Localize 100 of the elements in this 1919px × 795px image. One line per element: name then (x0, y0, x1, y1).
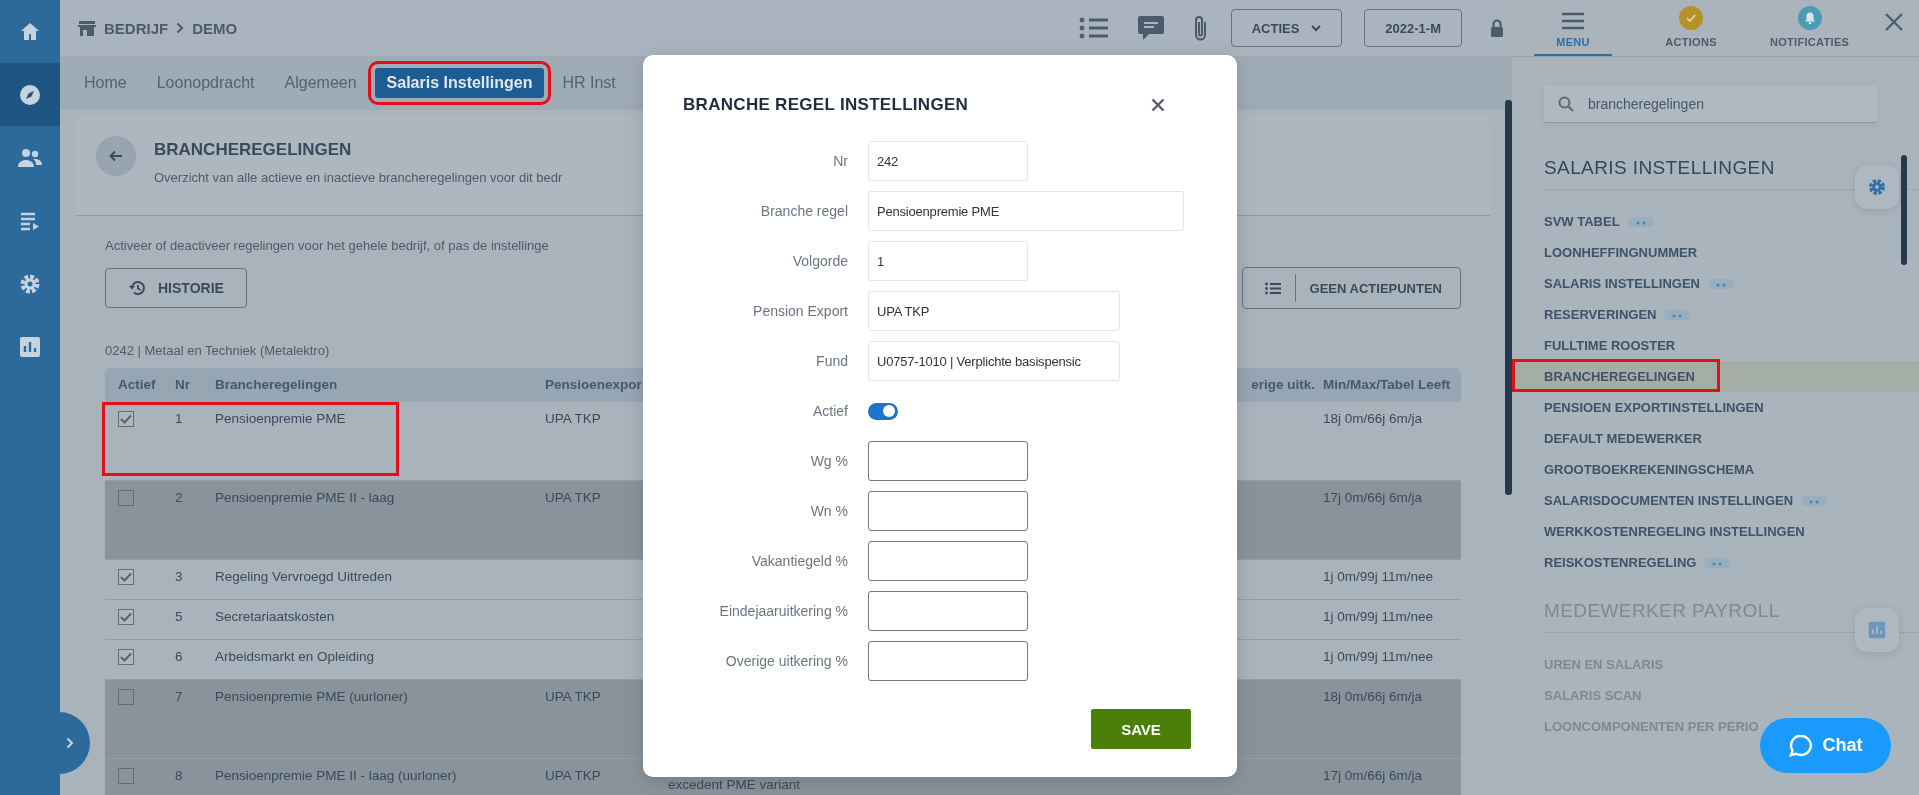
tab[interactable]: Loonopdracht (144, 68, 267, 98)
input-field[interactable]: U0757-1010 | Verplichte basispensic (868, 341, 1120, 381)
compass-icon (18, 82, 42, 107)
check-circle-icon (1679, 6, 1703, 30)
menu-item[interactable]: WERKKOSTENREGELING INSTELLINGEN (1512, 516, 1919, 547)
save-button[interactable]: SAVE (1091, 709, 1191, 749)
actions-dropdown[interactable]: ACTIES (1230, 9, 1343, 47)
input-field[interactable]: 242 (868, 141, 1028, 181)
panel-tab[interactable]: MENU (1534, 0, 1612, 56)
paperclip-icon[interactable] (1192, 14, 1209, 42)
field-label: Actief (812, 403, 848, 419)
menu-item[interactable]: DEFAULT MEDEWERKER (1512, 423, 1919, 454)
chevron-right-icon (176, 22, 185, 34)
panel-tab[interactable]: NOTIFICATIES (1770, 0, 1850, 56)
nav-item[interactable] (0, 63, 60, 126)
table-cell-text: Regeling Vervroegd Uittreden (215, 568, 394, 584)
field-label: Eindejaaruitkering % (718, 603, 848, 619)
menu-icon (1562, 12, 1584, 30)
close-icon[interactable] (1151, 98, 1165, 112)
checkbox[interactable] (118, 411, 134, 427)
column-header: Min/Max/Tabel Leeft (1323, 376, 1452, 392)
input-field[interactable]: 1 (868, 241, 1028, 281)
period-button[interactable]: 2022-1-M (1364, 9, 1462, 47)
input-field[interactable] (868, 441, 1028, 481)
table-cell-text: 7 (175, 688, 184, 704)
table-cell-text: 5 (175, 608, 184, 624)
table-cell-text: 17j 0m/66j 6m/ja (1323, 767, 1424, 783)
field-label: Pension Export (752, 303, 848, 319)
arrow-left-icon (109, 150, 123, 162)
menu-item[interactable]: BRANCHEREGELINGEN (1512, 361, 1919, 392)
input-field[interactable]: UPA TKP (868, 291, 1120, 331)
dialog-title: BRANCHE REGEL INSTELLINGEN (683, 95, 969, 115)
table-cell-text: 2 (175, 489, 184, 505)
caret-icon (1311, 24, 1322, 32)
breadcrumb-current: DEMO (192, 19, 238, 37)
table-cell-text: 18j 0m/66j 6m/ja (1323, 688, 1424, 704)
table-cell-text: 3 (175, 568, 184, 584)
input-field[interactable] (868, 541, 1028, 581)
list-icon[interactable] (1264, 281, 1281, 295)
input-field[interactable]: Pensioenpremie PME (868, 191, 1184, 231)
table-cell: UPA TKP (545, 490, 601, 505)
table-cell: UPA TKP (545, 411, 601, 426)
column-header: Nr (175, 376, 191, 392)
menu-item[interactable]: SALARISDOCUMENTEN INSTELLINGEN (1512, 485, 1919, 516)
history-button[interactable]: HISTORIE (105, 268, 247, 308)
check-icon (120, 612, 132, 622)
menu-item[interactable]: SVW TABEL (1512, 206, 1919, 237)
menu-item[interactable]: RESERVERINGEN (1512, 299, 1919, 330)
field-label: Volgorde (791, 253, 848, 269)
scrollbar[interactable] (1505, 100, 1512, 495)
field-label: Wn % (809, 503, 848, 519)
field-label: Overige uitkering % (724, 653, 848, 669)
table-cell-text: Secretariaatskosten (215, 608, 336, 624)
menu-item[interactable]: REISKOSTENREGELING (1512, 547, 1919, 578)
menu-item[interactable]: SALARIS INSTELLINGEN (1512, 268, 1919, 299)
table-cell-text: 6 (175, 648, 184, 664)
search-field[interactable]: brancheregelingen (1544, 85, 1877, 123)
tab[interactable]: Home (72, 68, 139, 98)
checkbox[interactable] (118, 609, 134, 625)
field-label: Wg % (809, 453, 848, 469)
table-cell-text: 1j 0m/99j 11m/nee (1323, 608, 1435, 624)
action-points-button[interactable]: GEEN ACTIEPUNTEN (1309, 280, 1460, 296)
table-cell-text: Pensioenpremie PME II - laag (uurloner) (215, 767, 458, 783)
field-label: Fund (815, 353, 848, 369)
search-icon (1558, 96, 1574, 112)
chevron-right-icon (66, 737, 74, 749)
scrollbar[interactable] (1901, 155, 1907, 265)
list-icon[interactable] (1078, 17, 1109, 39)
checkbox[interactable] (118, 569, 134, 585)
input-field[interactable] (868, 641, 1028, 681)
chat-bubble-icon[interactable] (1136, 15, 1165, 41)
check-icon (120, 414, 132, 424)
tab[interactable]: HR Inst (550, 68, 628, 98)
section-shortcut-button[interactable] (1855, 165, 1899, 209)
close-icon[interactable] (1884, 12, 1904, 32)
toggle-switch[interactable] (868, 402, 898, 420)
column-header: Pensioenexpor (545, 376, 643, 392)
history-icon (128, 280, 146, 296)
menu-item[interactable]: GROOTBOEKREKENINGSCHEMA (1512, 454, 1919, 485)
table-cell-text: Pensioenpremie PME (uurloner) (215, 688, 409, 704)
checkbox[interactable] (118, 649, 134, 665)
chat-button[interactable]: Chat (1760, 718, 1891, 773)
breadcrumb-link[interactable]: BEDRIJF (104, 19, 169, 37)
table-cell-text: 18j 0m/66j 6m/ja (1323, 410, 1424, 426)
table-cell-text: 1 (175, 410, 184, 426)
menu-item[interactable]: PENSIOEN EXPORTINSTELLINGEN (1512, 392, 1919, 423)
table-cell: UPA TKP (545, 689, 601, 704)
page-title: BRANCHEREGELINGEN (154, 140, 353, 160)
tab[interactable]: Algemeen (272, 68, 369, 98)
panel-tab[interactable]: ACTIONS (1652, 0, 1730, 56)
table-cell-text: Pensioenpremie PME II - laag (215, 489, 396, 505)
menu-item[interactable]: FULLTIME ROOSTER (1512, 330, 1919, 361)
page-description: Overzicht van alle actieve en inactieve brancheregelingen voor dit bedr (154, 170, 563, 185)
input-field[interactable] (868, 591, 1028, 631)
back-button[interactable] (96, 136, 136, 176)
table-cell-text: Arbeidsmarkt en Opleiding (215, 648, 376, 664)
menu-item[interactable]: LOONHEFFINGNUMMER (1512, 237, 1919, 268)
column-header: erige uitk. (1250, 376, 1316, 392)
bell-icon (1797, 6, 1822, 30)
input-field[interactable] (868, 491, 1028, 531)
